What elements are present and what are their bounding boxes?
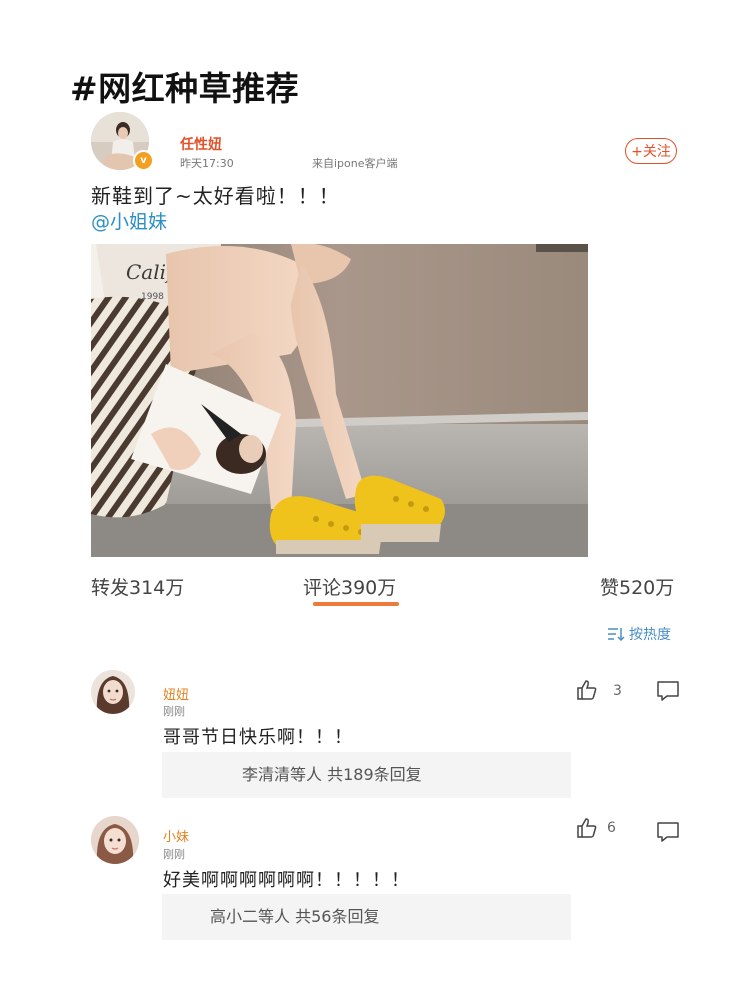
follow-button[interactable]: +关注 bbox=[625, 138, 677, 164]
reply-icon[interactable] bbox=[656, 679, 680, 707]
commenter-avatar[interactable] bbox=[91, 816, 139, 864]
reply-summary[interactable]: 高小二等人 共56条回复 bbox=[162, 894, 571, 940]
sort-icon bbox=[608, 628, 625, 641]
author-name[interactable]: 任性妞 bbox=[180, 134, 222, 154]
commenter-avatar-image bbox=[91, 816, 139, 864]
verified-badge-icon: v bbox=[133, 150, 154, 171]
commenter-avatar-image bbox=[91, 670, 135, 714]
comment-count-tab[interactable]: 评论390万 bbox=[303, 573, 396, 600]
comment-like-count: 3 bbox=[613, 683, 622, 699]
comment-text: 好美啊啊啊啊啊啊！！！！！ bbox=[163, 870, 410, 891]
commenter-name[interactable]: 小妹 bbox=[163, 826, 189, 845]
topic-hashtag[interactable]: #网红种草推荐 bbox=[70, 62, 299, 110]
commenter-avatar[interactable] bbox=[91, 670, 135, 714]
sort-by-hot-button[interactable]: 按热度 bbox=[607, 624, 671, 644]
comment-text: 哥哥节日快乐啊！！！ bbox=[163, 727, 353, 748]
post-photo-image: Califor 1998 bbox=[91, 244, 588, 557]
comment-time: 刚刚 bbox=[163, 848, 185, 861]
post-text: 新鞋到了~太好看啦！！！ bbox=[91, 184, 340, 208]
active-tab-indicator bbox=[313, 602, 399, 606]
commenter-name[interactable]: 妞妞 bbox=[163, 684, 189, 703]
comment-time: 刚刚 bbox=[163, 705, 185, 718]
mention-link[interactable]: @小姐妹 bbox=[91, 207, 167, 234]
repost-count[interactable]: 转发314万 bbox=[91, 573, 184, 600]
reply-summary[interactable]: 李清清等人 共189条回复 bbox=[162, 752, 571, 798]
like-count[interactable]: 赞520万 bbox=[600, 573, 674, 600]
thumbs-up-icon[interactable] bbox=[575, 816, 599, 844]
post-source: 来自ipone客户端 bbox=[312, 157, 398, 170]
sort-label: 按热度 bbox=[629, 627, 671, 643]
reply-icon[interactable] bbox=[656, 820, 680, 848]
comment-like-count: 6 bbox=[607, 820, 616, 836]
post-time: 昨天17:30 bbox=[180, 157, 234, 170]
thumbs-up-icon[interactable] bbox=[575, 678, 599, 706]
post-photo[interactable]: Califor 1998 bbox=[91, 244, 588, 557]
